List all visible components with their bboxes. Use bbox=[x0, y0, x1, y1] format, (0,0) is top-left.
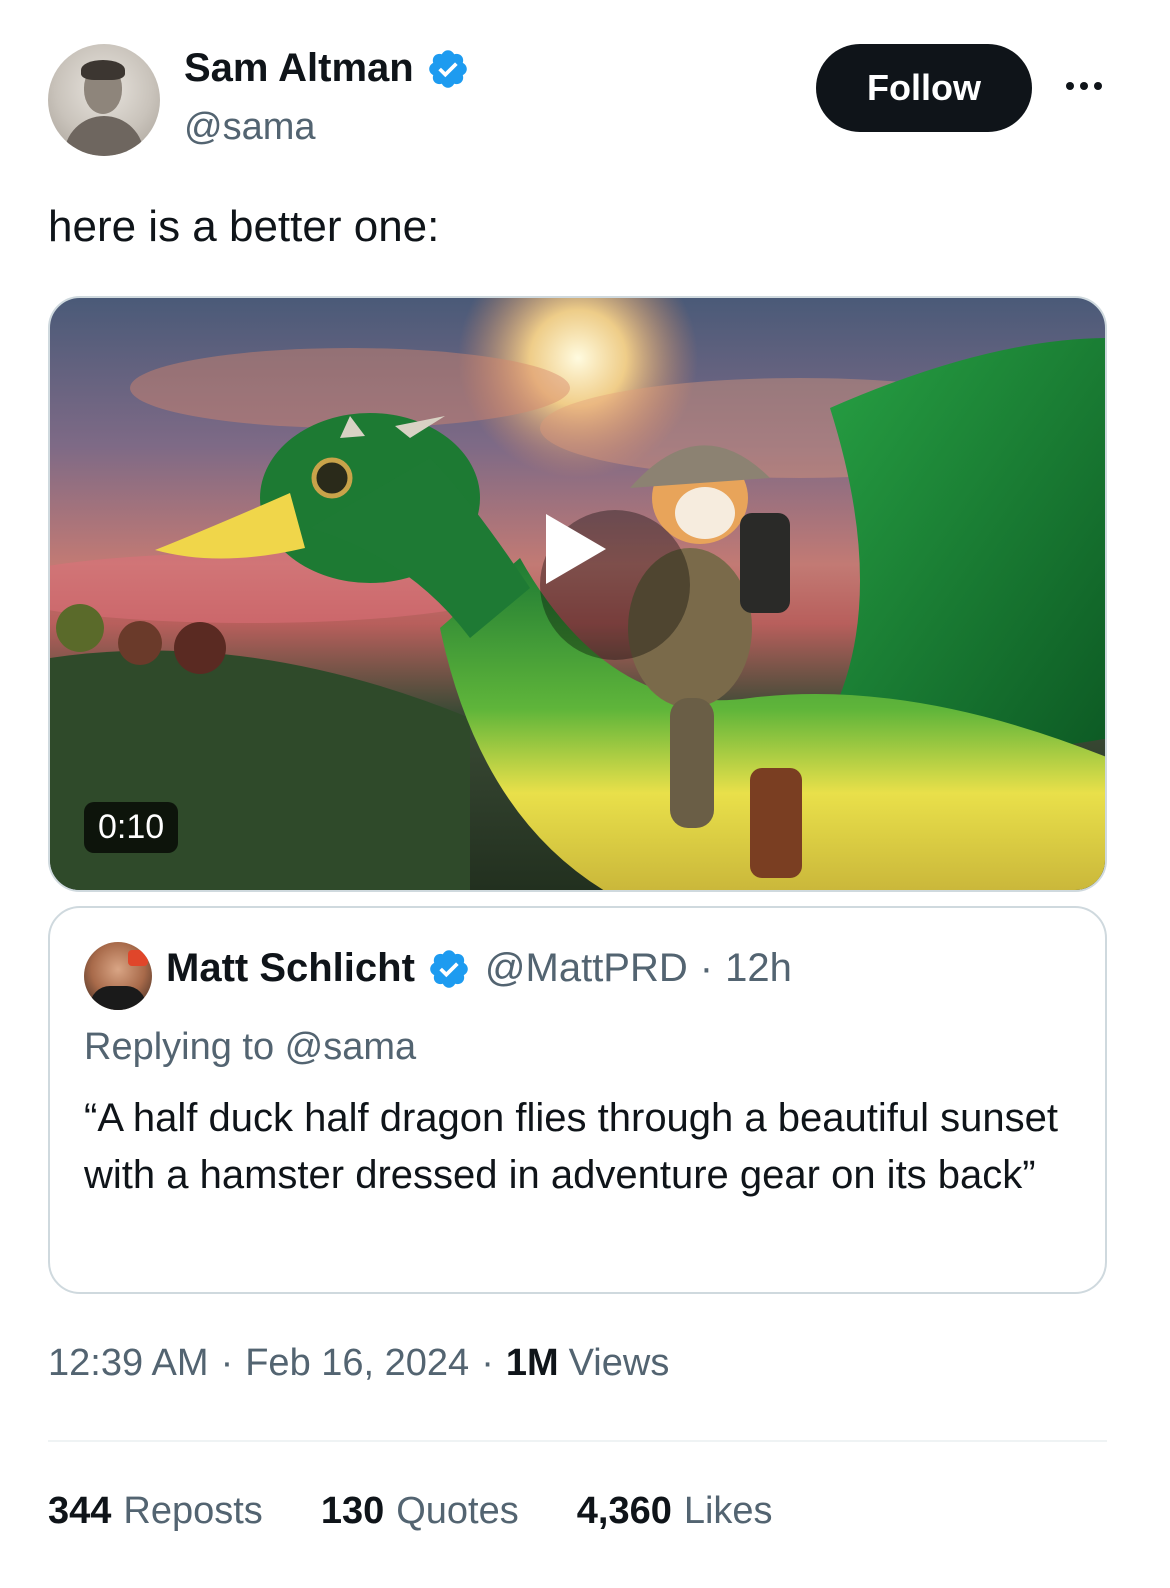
more-dot bbox=[1094, 82, 1102, 90]
likes-count: 4,360 bbox=[576, 1490, 672, 1532]
quoted-author-avatar[interactable] bbox=[84, 942, 152, 1010]
views-label: Views bbox=[568, 1342, 670, 1384]
tree bbox=[118, 621, 162, 665]
tweet-meta: 12:39 AM · Feb 16, 2024 · 1M Views bbox=[48, 1342, 669, 1385]
follow-button[interactable]: Follow bbox=[816, 44, 1032, 132]
more-dot bbox=[1080, 82, 1088, 90]
author-handle[interactable]: @sama bbox=[184, 106, 316, 149]
play-icon bbox=[546, 514, 606, 584]
tweet-text: here is a better one: bbox=[48, 202, 440, 251]
quoted-tweet[interactable]: Matt Schlicht @MattPRD · 12h Replying to… bbox=[48, 906, 1107, 1294]
duck-eye bbox=[311, 457, 353, 499]
more-dot bbox=[1066, 82, 1074, 90]
author-name[interactable]: Sam Altman bbox=[184, 46, 414, 91]
tree bbox=[174, 622, 226, 674]
quotes-stat[interactable]: 130 Quotes bbox=[321, 1490, 519, 1533]
play-button[interactable] bbox=[540, 510, 690, 660]
quoted-text: “A half duck half dragon flies through a… bbox=[84, 1096, 1058, 1197]
quotes-count: 130 bbox=[320, 1490, 385, 1532]
dot-separator: · bbox=[481, 1342, 494, 1384]
quoted-timestamp[interactable]: 12h bbox=[725, 946, 792, 991]
reposts-stat[interactable]: 344 Reposts bbox=[48, 1490, 263, 1533]
quoted-author-handle[interactable]: @MattPRD bbox=[485, 946, 688, 991]
quoted-author-name[interactable]: Matt Schlicht bbox=[166, 946, 415, 991]
engagement-stats: 344 Reposts 130 Quotes 4,360 Likes bbox=[48, 1490, 831, 1533]
avatar-hair bbox=[81, 60, 125, 80]
reposts-count: 344 bbox=[48, 1490, 112, 1532]
quoted-header: Matt Schlicht @MattPRD · 12h bbox=[166, 946, 792, 991]
replying-to: Replying to @sama bbox=[84, 1026, 417, 1068]
likes-stat[interactable]: 4,360 Likes bbox=[577, 1490, 773, 1533]
tweet-time[interactable]: 12:39 AM bbox=[48, 1342, 209, 1385]
hillside bbox=[50, 650, 470, 890]
avatar-body bbox=[64, 116, 144, 156]
views-count: 1M bbox=[505, 1342, 559, 1384]
verified-badge-icon bbox=[430, 949, 468, 988]
hamster-backpack bbox=[740, 513, 790, 613]
hamster-face bbox=[675, 487, 735, 539]
tree bbox=[56, 604, 104, 652]
likes-label: Likes bbox=[683, 1490, 773, 1532]
author-name-row[interactable]: Sam Altman bbox=[184, 46, 470, 91]
duck-beak bbox=[155, 493, 305, 559]
more-options-icon[interactable] bbox=[1060, 66, 1108, 106]
avatar-shirt bbox=[90, 986, 146, 1010]
avatar-accent bbox=[128, 950, 148, 966]
reposts-label: Reposts bbox=[123, 1490, 263, 1532]
verified-badge-icon bbox=[428, 49, 467, 88]
hamster-leg bbox=[670, 698, 714, 828]
video-duration: 0:10 bbox=[84, 802, 179, 853]
hamster-boot bbox=[750, 768, 802, 878]
video-player[interactable]: 0:10 bbox=[48, 296, 1107, 892]
dot-separator: · bbox=[220, 1342, 234, 1384]
quotes-label: Quotes bbox=[396, 1490, 519, 1532]
tweet-date[interactable]: Feb 16, 2024 bbox=[245, 1342, 469, 1385]
dragon-wing bbox=[830, 338, 1105, 750]
divider bbox=[48, 1440, 1107, 1442]
dot-separator: · bbox=[699, 946, 714, 990]
author-avatar[interactable] bbox=[48, 44, 160, 156]
